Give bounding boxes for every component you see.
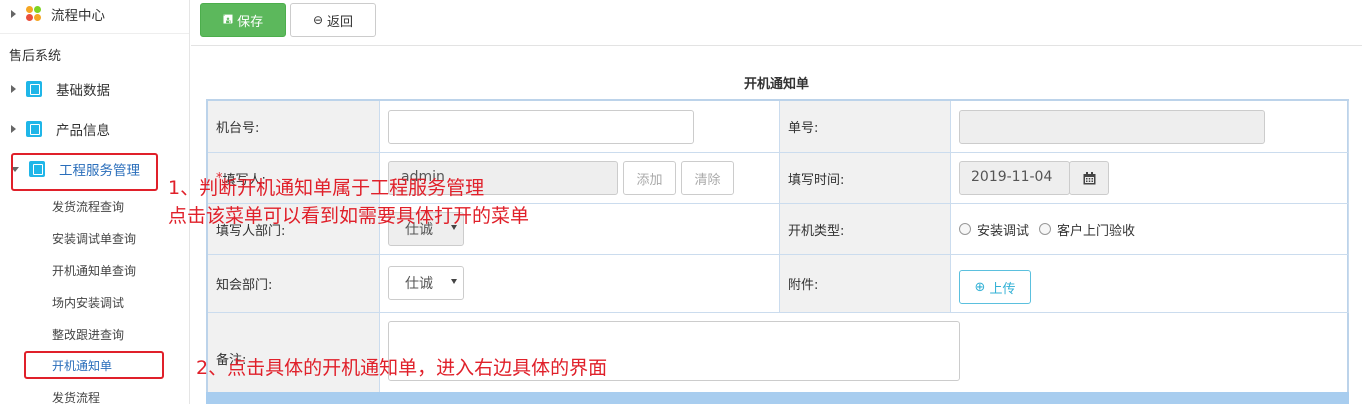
radio-customer-acceptance[interactable] [1039,223,1052,235]
order-no-label: 单号: [780,101,951,153]
calendar-icon [1083,171,1095,184]
machine-no-label: 机台号: [208,101,380,153]
caret-right-icon [11,125,16,133]
add-filler-button[interactable]: 添加 [623,161,676,195]
annotation-note1-line1: 1、判断开机通知单属于工程服务管理 [168,177,485,199]
machine-no-input[interactable] [388,110,694,144]
upload-button-label: 上传 [989,281,1016,297]
plus-circle-icon: ⊕ [974,279,986,295]
attachment-cell: ⊕ 上传 [951,255,1349,313]
sidebar-subitem-rectification-query[interactable]: 整改跟进查询 [52,326,124,343]
annotation-note2: 2、点击具体的开机通知单，进入右边具体的界面 [196,357,608,379]
sidebar-subitem-shipping-query[interactable]: 发货流程查询 [52,198,124,215]
save-button[interactable]: 🖪 保存 [200,3,286,37]
back-button[interactable]: ⊖ 返回 [290,3,376,37]
sidebar-item-flow-center[interactable]: 流程中心 [0,3,189,25]
fill-time-input[interactable]: 2019-11-04 [959,161,1070,195]
notify-dept-select[interactable]: 仕诚 [388,266,464,300]
sidebar-section-title: 售后系统 [9,49,62,64]
sidebar-divider [0,33,189,34]
annotation-note1-line2: 点击该菜单可以看到如需要具体打开的菜单 [168,205,530,227]
machine-no-cell [380,101,780,153]
notify-dept-cell: 仕诚 [380,255,780,313]
startup-type-label: 开机类型: [780,204,951,255]
notify-dept-label: 知会部门: [208,255,380,313]
sidebar-subitem-install-query[interactable]: 安装调试单查询 [52,230,136,247]
sidebar-item-basic-data[interactable]: 基础数据 [0,79,189,99]
remarks-cell [380,313,1349,394]
clear-filler-button[interactable]: 清除 [681,161,734,195]
fill-time-cell: 2019-11-04 [951,153,1349,204]
sidebar-item-label: 流程中心 [51,8,105,24]
attachment-label: 附件: [780,255,951,313]
order-no-input [959,110,1265,144]
flow-center-icon [26,6,42,22]
chevron-down-icon [451,279,457,284]
caret-right-icon [11,10,16,18]
form-title: 开机通知单 [743,77,809,92]
back-button-label: 返回 [327,14,354,30]
fill-time-value: 2019-11-04 [971,169,1053,185]
radio-install-debug-label: 安装调试 [977,223,1030,239]
save-button-label: 保存 [237,14,264,30]
sidebar-item-label: 产品信息 [56,123,110,139]
calendar-button[interactable] [1069,161,1109,195]
cube-icon [26,81,42,97]
floppy-disk-icon: 🖪 [222,11,234,26]
sidebar-subitem-shipping-flow[interactable]: 发货流程 [52,389,100,404]
toolbar: 🖪 保存 ⊖ 返回 [191,0,1362,46]
sidebar-subitem-startup-query[interactable]: 开机通知单查询 [52,262,136,279]
sidebar: 流程中心 售后系统 基础数据 产品信息 工程服务管理 发货流程查询 安装调试单查… [0,0,190,404]
notify-dept-value: 仕诚 [405,276,433,292]
highlight-box-engineering-service [11,153,158,191]
sidebar-item-label: 基础数据 [56,83,110,99]
sidebar-subitem-onsite-install[interactable]: 场内安装调试 [52,294,124,311]
sidebar-item-product-info[interactable]: 产品信息 [0,119,189,139]
remarks-label: 备注: [208,313,380,394]
order-no-cell [951,101,1349,153]
circle-arrow-left-icon: ⊖ [312,13,324,27]
fill-time-label: 填写时间: [780,153,951,204]
caret-right-icon [11,85,16,93]
highlight-box-startup-notice [24,351,164,379]
startup-type-cell: 安装调试 客户上门验收 [951,204,1349,255]
form-footer-bar [206,392,1349,404]
radio-install-debug[interactable] [959,223,971,235]
upload-button[interactable]: ⊕ 上传 [959,270,1031,304]
radio-customer-acceptance-label: 客户上门验收 [1057,223,1136,239]
cube-icon [26,121,42,137]
